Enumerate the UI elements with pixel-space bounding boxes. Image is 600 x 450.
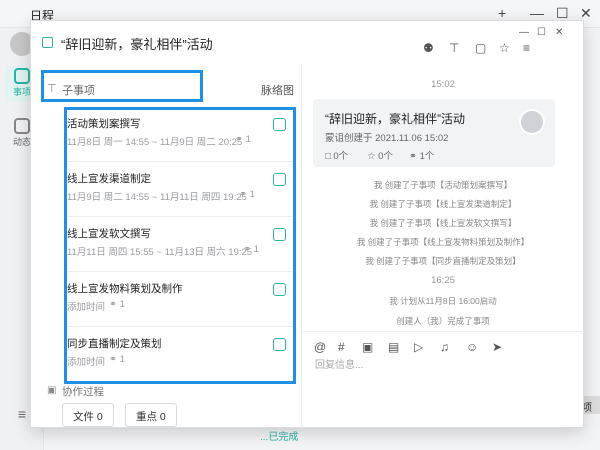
mindmap-link[interactable]: 脉络图 bbox=[261, 82, 294, 98]
task-date[interactable]: 添加时间 bbox=[67, 299, 105, 313]
dialog-title: “辞旧迎新，豪礼相伴”活动 bbox=[61, 37, 213, 52]
mention-icon[interactable]: @ bbox=[314, 340, 326, 354]
log-line: 我 创建了子事项【同步直播制定及策划】 bbox=[365, 256, 521, 266]
voice-icon[interactable]: ♫ bbox=[440, 340, 449, 354]
task-checkbox[interactable] bbox=[273, 338, 286, 351]
folder-icon[interactable]: ▤ bbox=[388, 340, 399, 354]
hashtag-icon[interactable]: # bbox=[338, 340, 345, 354]
assignee-count: ⚭ 1 bbox=[109, 354, 125, 365]
list-item[interactable]: 线上宣发物料策划及制作 添加时间 ⚭ 1 bbox=[67, 275, 293, 327]
star-icon[interactable]: ☆ bbox=[499, 41, 510, 55]
collab-section-label: 协作过程 bbox=[62, 386, 104, 398]
add-window-button[interactable]: + bbox=[498, 5, 506, 21]
creator-avatar bbox=[519, 109, 545, 135]
task-detail-dialog: “辞旧迎新，豪礼相伴”活动 — ☐ ✕ ⚉ ⊤ ▢ ☆ ≡ ⊤ 子事项 脉络图 … bbox=[30, 20, 585, 429]
dialog-minimize-button[interactable]: — bbox=[519, 27, 529, 38]
collab-icon: ▣ bbox=[47, 385, 57, 396]
task-checkbox[interactable] bbox=[273, 118, 286, 131]
card-stat-people: ⚭ 1个 bbox=[409, 151, 435, 162]
task-date[interactable]: 11月9日 周二 14:55 ~ 11月11日 周四 19:25 bbox=[67, 189, 247, 203]
timestamp: 16:25 bbox=[431, 275, 455, 286]
list-item[interactable]: 同步直播制定及策划 添加时间 ⚭ 1 bbox=[67, 330, 293, 382]
subtask-icon[interactable]: ⊤ bbox=[449, 41, 459, 55]
rail-item-label: 事项 bbox=[12, 87, 31, 97]
subtask-header-highlight[interactable] bbox=[41, 70, 203, 102]
task-checkbox[interactable] bbox=[273, 283, 286, 296]
reply-input[interactable] bbox=[315, 355, 575, 375]
log-line: 创建人（我）完成了事项 bbox=[396, 316, 490, 326]
dialog-maximize-button[interactable]: ☐ bbox=[537, 27, 546, 38]
task-title: 线上宣发物料策划及制作 bbox=[67, 283, 183, 295]
activity-icon bbox=[14, 118, 30, 134]
list-item[interactable]: 线上宣发软文撰写 11月11日 周四 15:55 ~ 11月13日 周六 19:… bbox=[67, 220, 293, 272]
more-menu-icon[interactable]: ≡ bbox=[523, 41, 530, 55]
task-date[interactable]: 11月8日 周一 14:55 ~ 11月9日 周二 20:25 bbox=[67, 134, 242, 148]
log-line: 我 创建了子事项【线上宣发渠道制定】 bbox=[369, 199, 517, 209]
log-line: 我 创建了子事项【线上宣发物料策划及制作】 bbox=[356, 237, 530, 247]
assignee-count: ⚭ 1 bbox=[239, 189, 255, 200]
calendar-icon bbox=[14, 68, 30, 84]
send-icon[interactable]: ➤ bbox=[492, 340, 502, 354]
log-line: 我 计划从11月8日 16:00启动 bbox=[389, 296, 497, 306]
members-icon[interactable]: ⚉ bbox=[423, 41, 434, 55]
minimize-window-button[interactable]: — bbox=[530, 5, 544, 21]
task-title: 线上宣发渠道制定 bbox=[67, 173, 151, 185]
task-date[interactable]: 添加时间 bbox=[67, 354, 105, 368]
card-title: “辞旧迎新，豪礼相伴”活动 bbox=[325, 112, 465, 126]
assignee-count: ⚭ 1 bbox=[243, 244, 259, 255]
list-item[interactable]: 线上宣发渠道制定 11月9日 周二 14:55 ~ 11月11日 周四 19:2… bbox=[67, 165, 293, 217]
image-icon[interactable]: ▣ bbox=[362, 340, 373, 354]
card-meta: 蒙诅创建于 2021.11.06 15:02 bbox=[325, 133, 449, 144]
list-item[interactable]: 活动策划案撰写 11月8日 周一 14:55 ~ 11月9日 周二 20:25 … bbox=[67, 110, 293, 162]
rail-item-label: 动态 bbox=[12, 137, 31, 147]
cube-icon[interactable]: ▢ bbox=[475, 41, 486, 55]
key-points-button[interactable]: 重点 0 bbox=[125, 403, 177, 427]
assignee-count: ⚭ 1 bbox=[235, 134, 251, 145]
task-title: 线上宣发软文撰写 bbox=[67, 228, 151, 240]
bg-bottom-text: ...已完成 bbox=[260, 432, 299, 443]
task-title: 同步直播制定及策划 bbox=[67, 338, 162, 350]
card-stat-stars: ☆ 0个 bbox=[367, 151, 393, 162]
assignee-count: ⚭ 1 bbox=[109, 299, 125, 310]
files-button[interactable]: 文件 0 bbox=[62, 403, 114, 427]
dialog-header: “辞旧迎新，豪礼相伴”活动 — ☐ ✕ ⚉ ⊤ ▢ ☆ ≡ bbox=[31, 21, 585, 65]
dialog-close-button[interactable]: ✕ bbox=[555, 27, 563, 38]
task-title: 活动策划案撰写 bbox=[67, 118, 141, 130]
subtask-list: 活动策划案撰写 11月8日 周一 14:55 ~ 11月9日 周二 20:25 … bbox=[64, 107, 296, 384]
log-line: 我 创建了子事项【活动策划案撰写】 bbox=[373, 180, 513, 190]
task-checkbox[interactable] bbox=[273, 228, 286, 241]
video-icon[interactable]: ▷ bbox=[414, 340, 423, 354]
card-stat-files: □ 0个 bbox=[325, 151, 349, 162]
task-complete-checkbox[interactable] bbox=[42, 37, 53, 48]
task-checkbox[interactable] bbox=[273, 173, 286, 186]
task-created-card: “辞旧迎新，豪礼相伴”活动 蒙诅创建于 2021.11.06 15:02 □ 0… bbox=[313, 99, 555, 167]
task-date[interactable]: 11月11日 周四 15:55 ~ 11月13日 周六 19:25 bbox=[67, 244, 252, 258]
timestamp: 15:02 bbox=[431, 79, 455, 90]
emoji-icon[interactable]: ☺ bbox=[466, 340, 478, 354]
log-line: 我 创建了子事项【线上宣发软文撰写】 bbox=[369, 218, 517, 228]
